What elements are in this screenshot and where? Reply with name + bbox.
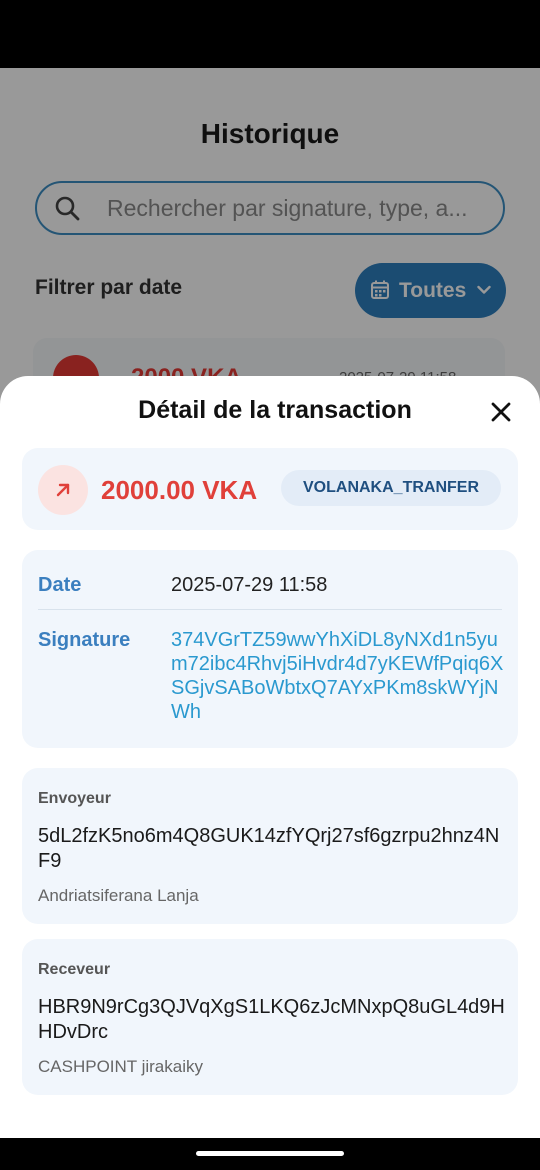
close-button[interactable] (487, 398, 515, 426)
date-label: Date (38, 574, 82, 596)
receiver-card: Receveur HBR9N9rCg3QJVqXgS1LKQ6zJcMNxpQ8… (22, 939, 518, 1095)
sender-name: Andriatsiferana Lanja (38, 886, 199, 905)
transaction-detail-sheet: Détail de la transaction 2000.00 VKA VOL… (0, 376, 540, 1138)
transaction-type-badge: VOLANAKA_TRANFER (281, 470, 501, 506)
divider (38, 609, 502, 610)
receiver-address: HBR9N9rCg3QJVqXgS1LKQ6zJcMNxpQ8uGL4d9HHD… (38, 996, 505, 1043)
navigation-bar (0, 1138, 540, 1170)
status-bar (0, 0, 540, 68)
amount-card: 2000.00 VKA VOLANAKA_TRANFER (22, 448, 518, 530)
arrow-up-right-icon (56, 483, 70, 497)
sender-title: Envoyeur (38, 790, 111, 807)
sender-address: 5dL2fzK5no6m4Q8GUK14zfYQrj27sf6gzrpu2hnz… (38, 825, 500, 872)
history-screen: Historique Filtrer par date Toutes 2000 … (0, 68, 540, 1138)
home-indicator[interactable] (196, 1151, 344, 1156)
sender-card: Envoyeur 5dL2fzK5no6m4Q8GUK14zfYQrj27sf6… (22, 768, 518, 924)
transaction-info-card: Date 2025-07-29 11:58 Signature 374VGrTZ… (22, 550, 518, 748)
date-value: 2025-07-29 11:58 (171, 574, 328, 596)
sheet-title: Détail de la transaction (138, 396, 412, 424)
signature-link[interactable]: 374VGrTZ59wwYhXiDL8yNXd1n5yum72ibc4Rhvj5… (171, 628, 507, 724)
signature-label: Signature (38, 629, 131, 651)
close-icon (491, 402, 511, 422)
transaction-amount: 2000.00 VKA (101, 475, 258, 505)
receiver-title: Receveur (38, 961, 111, 978)
outgoing-indicator (38, 465, 88, 515)
receiver-name: CASHPOINT jirakaiky (38, 1057, 203, 1076)
